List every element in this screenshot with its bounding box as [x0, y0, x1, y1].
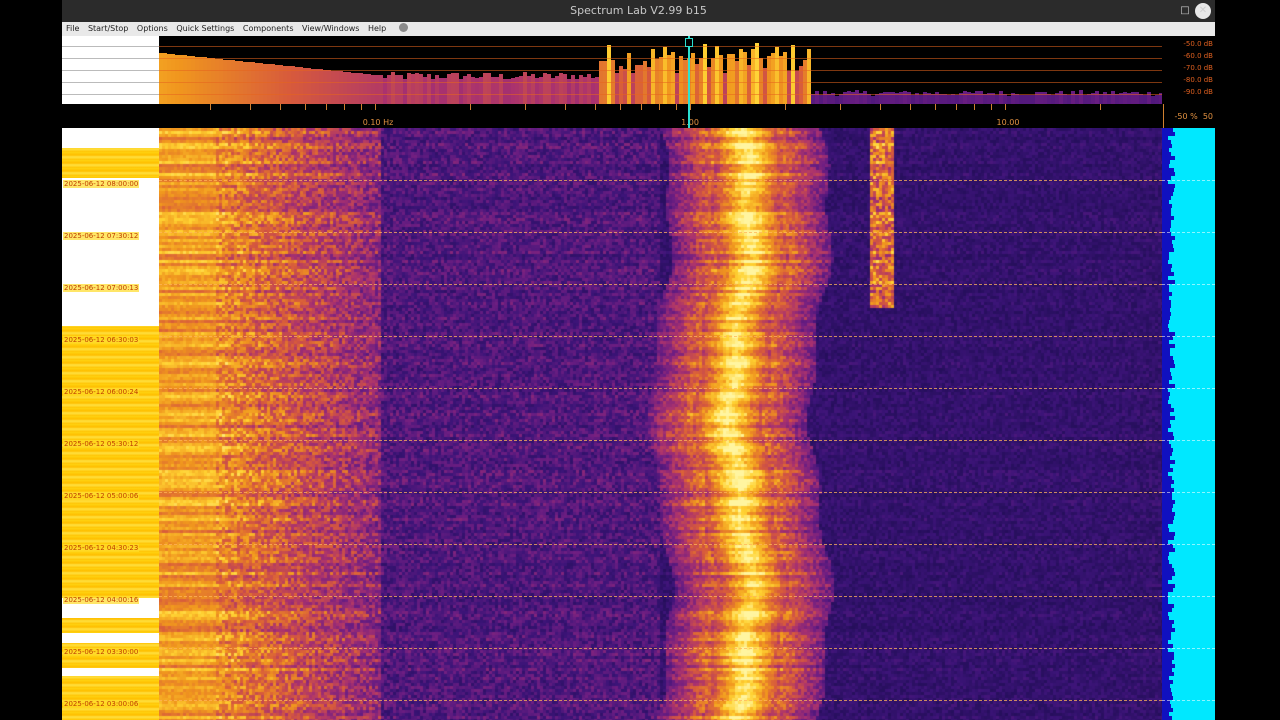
time-label: 2025-06-12 08:00:00 [63, 180, 140, 188]
time-label: 2025-06-12 05:00:06 [63, 492, 140, 500]
menu-help[interactable]: Help [368, 22, 386, 36]
db-label: -50.0 dB [1183, 40, 1213, 48]
status-indicator-icon[interactable] [398, 23, 408, 32]
db-gridline [159, 94, 1162, 95]
menu-start-stop[interactable]: Start/Stop [88, 22, 128, 36]
side-scale-percent: -50 % [1174, 112, 1198, 121]
close-button[interactable]: ✕ [1195, 3, 1211, 19]
side-scale-value: 50 [1202, 112, 1213, 121]
menu-options[interactable]: Options [137, 22, 168, 36]
freq-label-1hz: 1.00 [681, 118, 699, 127]
frequency-cursor[interactable] [688, 36, 690, 128]
db-label: -60.0 dB [1183, 52, 1213, 60]
db-gridline [159, 46, 1162, 47]
menu-components[interactable]: Components [243, 22, 294, 36]
spectrum-lab-window: Spectrum Lab V2.99 b15 □ ✕ File Start/St… [62, 0, 1215, 720]
db-gridline [159, 58, 1162, 59]
waterfall-display[interactable] [159, 128, 1162, 720]
menu-bar: File Start/Stop Options Quick Settings C… [62, 22, 1215, 36]
waterfall-time-panel [62, 128, 159, 720]
time-label: 2025-06-12 07:30:12 [63, 232, 140, 240]
time-label: 2025-06-12 03:00:06 [63, 700, 140, 708]
side-scale-header: -50 % 50 [1162, 104, 1215, 128]
signal-level-bar [1166, 128, 1215, 720]
menu-quick-settings[interactable]: Quick Settings [176, 22, 234, 36]
menu-file[interactable]: File [66, 22, 79, 36]
title-bar: Spectrum Lab V2.99 b15 □ ✕ [62, 0, 1215, 22]
time-label: 2025-06-12 03:30:00 [63, 648, 140, 656]
side-scale-labels: -50 % 50 [1175, 112, 1214, 121]
time-label: 2025-06-12 04:00:16 [63, 596, 140, 604]
frequency-cursor-handle[interactable] [685, 38, 693, 47]
waterfall-canvas [159, 128, 1162, 720]
db-label: -80.0 dB [1183, 76, 1213, 84]
time-label: 2025-06-12 07:00:13 [63, 284, 140, 292]
frequency-axis: 0.10 Hz 1.00 10.00 [62, 104, 1162, 128]
db-label: -90.0 dB [1183, 88, 1213, 96]
spectrum-left-panel [62, 36, 159, 104]
spectrum-db-scale: -50.0 dB -60.0 dB -70.0 dB -80.0 dB -90.… [1162, 36, 1215, 104]
time-label: 2025-06-12 06:30:03 [63, 336, 140, 344]
db-label: -70.0 dB [1183, 64, 1213, 72]
window-title: Spectrum Lab V2.99 b15 [570, 4, 707, 17]
maximize-button[interactable]: □ [1177, 3, 1193, 19]
db-gridline [159, 82, 1162, 83]
time-label: 2025-06-12 06:00:24 [63, 388, 140, 396]
freq-label-0.1hz: 0.10 Hz [362, 118, 394, 127]
time-label: 2025-06-12 05:30:12 [63, 440, 140, 448]
menu-view-windows[interactable]: View/Windows [302, 22, 359, 36]
freq-label-10hz: 10.00 [996, 118, 1020, 127]
db-gridline [159, 70, 1162, 71]
time-label: 2025-06-12 04:30:23 [63, 544, 140, 552]
